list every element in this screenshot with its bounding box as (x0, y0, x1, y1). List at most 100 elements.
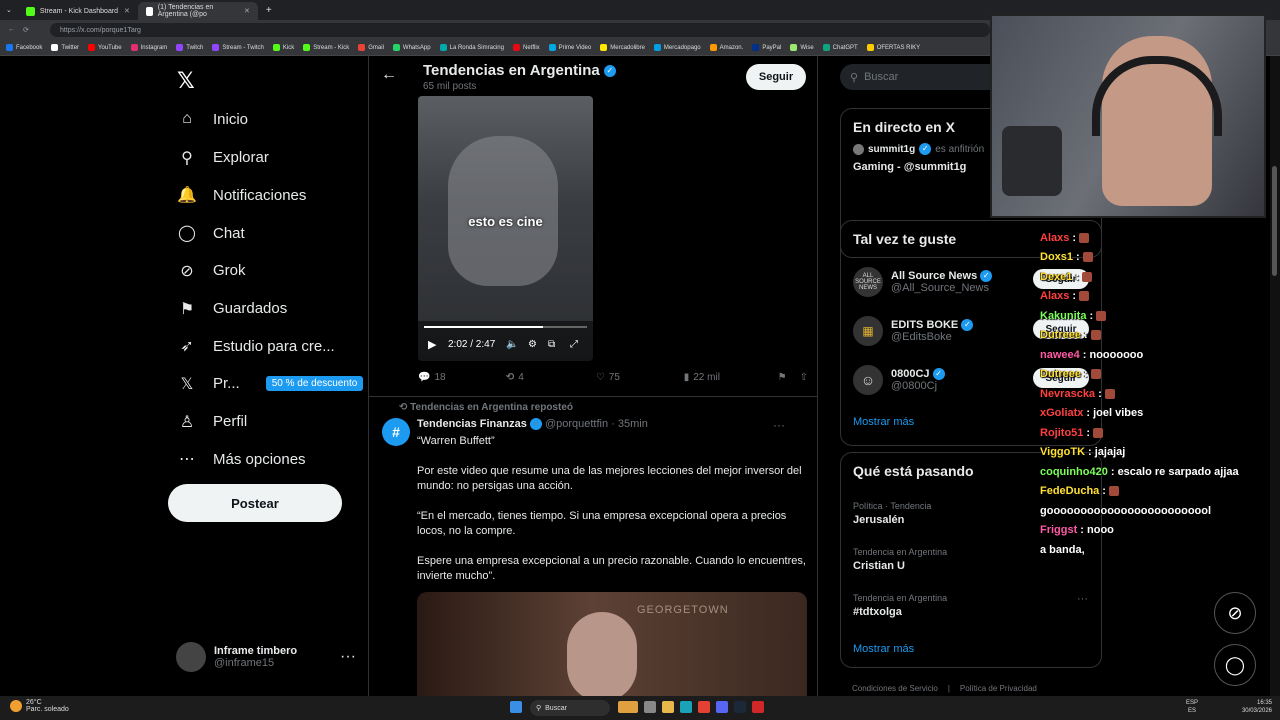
chrome-icon[interactable] (698, 701, 710, 713)
sidebar-item-more-options[interactable]: ⋯ Más opciones (177, 449, 306, 469)
chat-username[interactable]: ViggoTK (1040, 446, 1085, 458)
sidebar-item-chat[interactable]: ◯ Chat (177, 223, 245, 243)
chat-icon[interactable]: ◯ (1214, 644, 1256, 686)
app-icon[interactable] (752, 701, 764, 713)
footer-link[interactable]: Condiciones de Servicio (852, 684, 938, 693)
grok-icon[interactable]: ⊘ (1214, 592, 1256, 634)
windows-start-icon[interactable] (510, 701, 522, 713)
chat-username[interactable]: Dutreee (1040, 329, 1081, 341)
bookmark-item[interactable]: Prime Video (548, 44, 591, 51)
bookmark-item[interactable]: Gmail (358, 44, 384, 51)
chat-username[interactable]: Rojito51 (1040, 427, 1083, 439)
back-icon[interactable]: ← (8, 26, 15, 34)
back-arrow-icon[interactable]: ← (381, 66, 397, 84)
x-logo-icon[interactable]: 𝕏 (177, 68, 195, 94)
close-icon[interactable]: ✕ (244, 7, 250, 15)
chat-username[interactable]: Alaxs (1040, 290, 1069, 302)
sidebar-item-premium[interactable]: 𝕏 Pr... 50 % de descuento (177, 374, 364, 394)
close-icon[interactable]: ✕ (124, 7, 130, 15)
language-indicator[interactable]: ESP ES (1186, 699, 1198, 715)
clock[interactable]: 16:35 30/03/2026 (1236, 699, 1272, 715)
sidebar-item-explore[interactable]: ⚲ Explorar (177, 148, 269, 168)
weather-widget[interactable]: 26°C Parc. soleado (10, 699, 69, 713)
taskbar-search[interactable]: ⚲ Buscar (530, 700, 610, 716)
chat-username[interactable]: coquinho420 (1040, 466, 1108, 478)
more-icon[interactable]: ··· (340, 648, 356, 666)
video-player[interactable]: esto es cine ▶ 2:02 / 2:47 🔈 ⚙ ⧉ ⤢ (418, 96, 593, 361)
bookmark-item[interactable]: YouTube (88, 44, 122, 51)
bookmark-item[interactable]: Twitter (51, 44, 79, 51)
bookmark-icon[interactable]: ⚑ (778, 372, 800, 383)
tab-kick-dashboard[interactable]: Stream - Kick Dashboard ✕ (18, 2, 138, 20)
play-icon[interactable]: ▶ (428, 338, 436, 351)
bookmark-item[interactable]: Twitch (176, 44, 203, 51)
chat-username[interactable]: Dexe1 (1040, 271, 1072, 283)
tweet-media[interactable]: GEORGETOWN (417, 592, 807, 696)
folder-icon[interactable] (662, 701, 674, 713)
share-icon[interactable]: ⇧ (800, 372, 808, 383)
like-button[interactable]: ♡ 75 (596, 372, 684, 383)
chat-username[interactable]: xGoliatx (1040, 407, 1083, 419)
chat-username[interactable]: Nevrascka (1040, 388, 1095, 400)
new-tab-button[interactable]: + (258, 5, 280, 16)
scrollbar[interactable] (1270, 56, 1280, 696)
post-button[interactable]: Postear (168, 484, 342, 522)
bookmark-item[interactable]: Facebook (6, 44, 42, 51)
bookmark-item[interactable]: Wise (790, 44, 814, 51)
url-field[interactable]: https://x.com/porque1Targ (50, 23, 990, 37)
sidebar-item-grok[interactable]: ⊘ Grok (177, 261, 245, 281)
bookmark-item[interactable]: WhatsApp (392, 44, 431, 51)
fullscreen-icon[interactable]: ⤢ (570, 339, 578, 350)
sidebar-item-notifications[interactable]: 🔔 Notificaciones (177, 185, 306, 205)
chat-username[interactable]: Kakunita (1040, 310, 1086, 322)
bookmark-item[interactable]: Mercadolibre (600, 44, 645, 51)
scrollbar-thumb[interactable] (1272, 166, 1277, 276)
chat-username[interactable]: Dutreee (1040, 368, 1081, 380)
bookmark-item[interactable]: Mercadopago (653, 44, 701, 51)
bookmark-item[interactable]: OFERTAS RIKY (866, 44, 920, 51)
volume-icon[interactable]: 🔈 (506, 339, 518, 350)
repost-button[interactable]: ⟲ 4 (506, 372, 596, 383)
tab-x-tendencias[interactable]: (1) Tendencias en Argentina (@po ✕ (137, 2, 258, 20)
bookmark-item[interactable]: PayPal (752, 44, 781, 51)
pip-icon[interactable]: ⧉ (548, 339, 555, 350)
tab-list-icon[interactable]: ⌄ (0, 6, 18, 14)
settings-icon[interactable]: ⚙ (528, 339, 537, 350)
steam-icon[interactable] (734, 701, 746, 713)
show-more-link[interactable]: Mostrar más (853, 643, 914, 655)
bookmark-item[interactable]: Stream - Kick (303, 44, 349, 51)
trend-item[interactable]: Tendencia en Argentina #tdtxolga (853, 593, 1093, 618)
trend-more-icon[interactable]: ··· (1077, 593, 1088, 605)
views-button[interactable]: ▮ 22 mil (684, 372, 778, 383)
task-view-icon[interactable] (644, 701, 656, 713)
sidebar-item-bookmarks[interactable]: ⚑ Guardados (177, 299, 287, 319)
bookmark-item[interactable]: Amazon. (709, 44, 743, 51)
reply-button[interactable]: 💬 18 (418, 372, 506, 383)
avatar[interactable]: # (382, 418, 410, 446)
chat-username[interactable]: FedeDucha (1040, 485, 1099, 497)
bookmark-item[interactable]: Kick (272, 44, 294, 51)
footer-link[interactable]: Política de Privacidad (960, 684, 1037, 693)
bookmark-item[interactable]: Stream - Twitch (212, 44, 264, 51)
refresh-icon[interactable]: ⟳ (23, 26, 29, 34)
bookmark-item[interactable]: Instagram (130, 44, 167, 51)
discord-icon[interactable] (716, 701, 728, 713)
edge-icon[interactable] (680, 701, 692, 713)
video-progress-bar[interactable] (424, 326, 587, 328)
chat-username[interactable]: Friggst (1040, 524, 1077, 536)
tweet-more-icon[interactable]: ··· (773, 418, 785, 432)
author-name[interactable]: Tendencias Finanzas (417, 418, 527, 430)
show-more-link[interactable]: Mostrar más (853, 416, 914, 428)
sidebar-item-profile[interactable]: ♙ Perfil (177, 412, 247, 432)
account-switcher[interactable]: Inframe timbero @inframe15 ··· (176, 642, 356, 672)
chat-username[interactable]: Alaxs (1040, 232, 1069, 244)
bookmark-item[interactable]: La Ronda Simracing (439, 44, 504, 51)
bookmark-item[interactable]: Netflix (512, 44, 540, 51)
sidebar-item-home[interactable]: ⌂ Inicio (177, 110, 248, 128)
sidebar-item-creator-studio[interactable]: ➶ Estudio para cre... (177, 336, 334, 356)
widget-icon[interactable] (618, 701, 638, 713)
chat-username[interactable]: nawee4 (1040, 349, 1080, 361)
chat-username[interactable]: Doxs1 (1040, 251, 1073, 263)
follow-button[interactable]: Seguir (746, 64, 806, 90)
bookmark-item[interactable]: ChatGPT (822, 44, 858, 51)
